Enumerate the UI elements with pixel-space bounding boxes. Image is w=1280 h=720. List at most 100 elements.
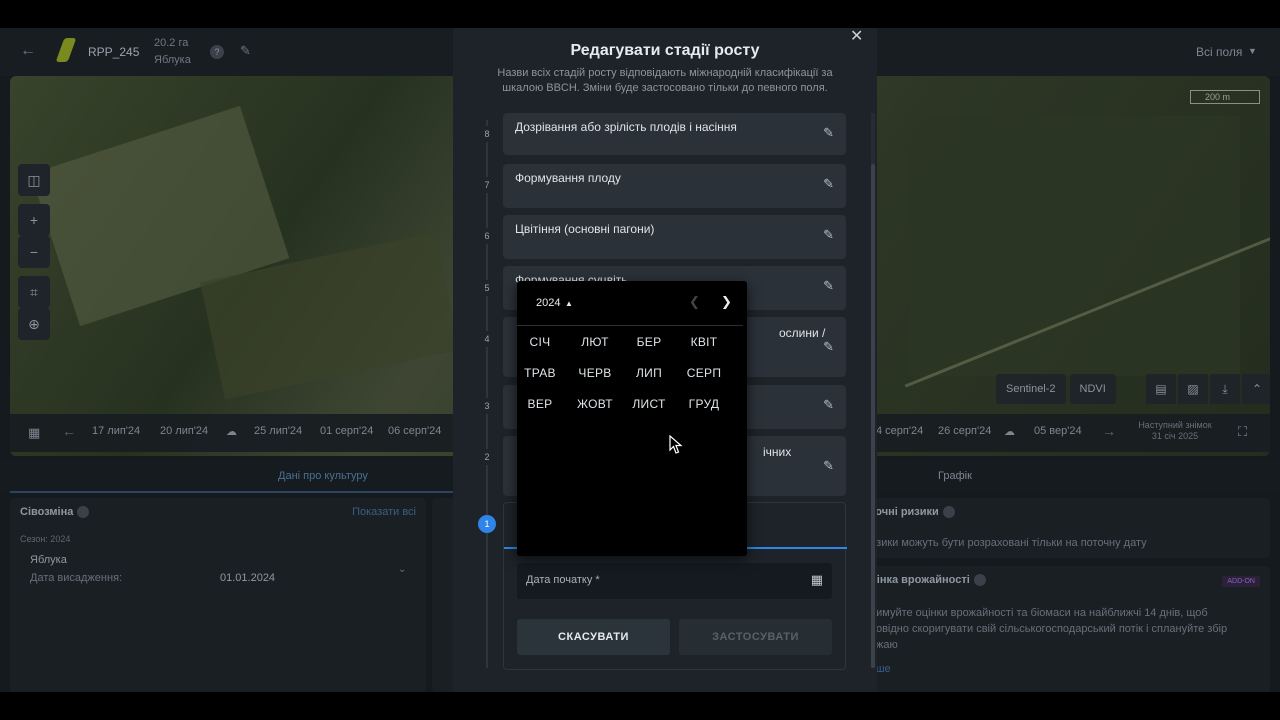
image-compare-icon[interactable]: ▨ — [1178, 374, 1208, 404]
chevron-down-icon[interactable]: ⌄ — [398, 564, 406, 575]
month-option[interactable]: ЛЮТ — [570, 328, 620, 356]
edit-pencil-icon[interactable]: ✎ — [823, 339, 834, 355]
info-icon[interactable] — [77, 506, 90, 519]
dialog-title: Редагувати стадії росту — [570, 42, 760, 59]
month-option[interactable]: ТРАВ — [515, 359, 565, 387]
cancel-button[interactable]: СКАСУВАТИ — [517, 619, 670, 655]
timeline-next-icon[interactable]: → — [1102, 423, 1116, 439]
field-crop: Яблука — [154, 54, 191, 66]
next-image-date: 31 січ 2025 — [1151, 431, 1199, 441]
timeline-date[interactable]: 17 лип'24 — [92, 425, 140, 437]
month-option[interactable]: СЕРП — [679, 359, 729, 387]
stage-number: 7 — [479, 177, 495, 193]
show-all-link[interactable]: Показати всі — [352, 506, 416, 518]
calendar-icon[interactable]: ▦ — [28, 425, 40, 441]
field-name: RPP_245 — [88, 45, 140, 59]
yield-panel: цінка врожайності ADD-ON римуйте оцінки … — [860, 566, 1270, 692]
month-option[interactable]: ЛИП — [624, 359, 674, 387]
timeline-date[interactable]: 25 лип'24 — [254, 425, 302, 437]
edit-pencil-icon[interactable]: ✎ — [823, 278, 834, 294]
stage-number-active: 1 — [478, 515, 496, 533]
edit-pencil-icon[interactable]: ✎ — [823, 458, 834, 474]
stage-card[interactable]: Дозрівання або зрілість плодів і насіння… — [503, 113, 846, 155]
back-arrow-icon[interactable]: ← — [20, 42, 36, 60]
timeline-date[interactable]: 01 серп'24 — [320, 425, 373, 437]
all-fields-dropdown[interactable]: Всі поля — [1196, 45, 1242, 59]
risks-text: изики можуть бути розраховані тільки на … — [870, 537, 1147, 549]
timeline-prev-icon[interactable]: ← — [62, 423, 76, 439]
cloud-icon: ☁ — [1004, 426, 1015, 438]
timeline-date[interactable]: 26 серп'24 — [938, 425, 991, 437]
dialog-subtitle: Назви всіх стадій росту відповідають між… — [497, 67, 833, 94]
start-date-label: Дата початку * — [526, 574, 600, 586]
stage-number: 6 — [479, 228, 495, 244]
info-icon[interactable] — [973, 574, 986, 587]
map-field-patch — [910, 116, 1240, 376]
stage-number: 4 — [479, 331, 495, 347]
next-image-label: Наступний знімок — [1138, 420, 1212, 430]
month-option[interactable]: ЛИСТ — [624, 390, 674, 418]
stage-number: 5 — [479, 280, 495, 296]
timeline-date[interactable]: 4 серп'24 — [876, 425, 923, 437]
scrollbar-thumb[interactable] — [871, 164, 875, 668]
apply-button[interactable]: ЗАСТОСУВАТИ — [679, 619, 832, 655]
index-select[interactable]: NDVI — [1069, 374, 1116, 404]
risks-panel: точні ризики изики можуть бути розрахова… — [860, 498, 1270, 558]
stage-card[interactable]: Цвітіння (основні пагони) ✎ — [503, 215, 846, 259]
letterbox-top — [0, 0, 1280, 28]
locate-icon[interactable]: ⊕ — [18, 308, 50, 340]
month-option[interactable]: КВІТ — [679, 328, 729, 356]
chevron-right-icon[interactable]: ❯ — [721, 294, 732, 310]
tab-chart[interactable]: Графік — [938, 470, 972, 482]
caret-up-icon[interactable]: ▲ — [565, 299, 573, 308]
rotation-panel: Сівозміна Показати всі Сезон: 2024 Яблук… — [10, 498, 426, 692]
fullscreen-icon[interactable]: ⛶ — [1238, 424, 1247, 440]
season-label: Сезон: 2024 — [20, 534, 71, 544]
month-option[interactable]: БЕР — [624, 328, 674, 356]
stage-label-tail: ічних — [763, 445, 792, 459]
stage-label: Формування плоду — [515, 171, 621, 185]
zoom-out-icon[interactable]: − — [18, 236, 50, 268]
month-option[interactable]: ВЕР — [515, 390, 565, 418]
ruler-icon[interactable]: ⌗ — [18, 276, 50, 308]
stage-card[interactable]: Формування плоду ✎ — [503, 164, 846, 208]
planting-date-value: 01.01.2024 — [220, 572, 276, 584]
month-option[interactable]: ЧЕРВ — [570, 359, 620, 387]
chevron-left-icon[interactable]: ❮ — [689, 294, 700, 310]
chevron-down-icon: ▼ — [1248, 46, 1257, 56]
risks-title: точні ризики — [870, 506, 955, 519]
timeline-date[interactable]: 20 лип'24 — [160, 425, 208, 437]
edit-pencil-icon[interactable]: ✎ — [823, 125, 834, 141]
edit-field-icon[interactable]: ✎ — [240, 43, 251, 59]
help-icon[interactable]: ? — [210, 45, 224, 59]
tab-crop-data[interactable]: Дані про культуру — [278, 470, 368, 482]
planting-date-label: Дата висадження: — [30, 572, 123, 584]
collapse-icon[interactable]: ⌃ — [1242, 374, 1270, 404]
year-selector[interactable]: 2024 — [536, 297, 560, 309]
map-layer-selects: Sentinel-2 NDVI — [996, 374, 1116, 404]
stage-label: Цвітіння (основні пагони) — [515, 222, 655, 236]
rotation-title: Сівозміна — [20, 506, 90, 519]
addon-badge: ADD-ON — [1222, 576, 1260, 587]
zoom-in-icon[interactable]: + — [18, 204, 50, 236]
stage-number: 2 — [479, 449, 495, 465]
edit-pencil-icon[interactable]: ✎ — [823, 227, 834, 243]
month-option[interactable]: ГРУД — [679, 390, 729, 418]
month-option[interactable]: ЖОВТ — [570, 390, 620, 418]
timeline-date[interactable]: 05 вер'24 — [1034, 425, 1082, 437]
cloud-icon: ☁ — [226, 426, 237, 438]
timeline-date[interactable]: 06 серп'24 — [388, 425, 441, 437]
calendar-icon[interactable]: ▦ — [811, 572, 823, 588]
split-view-icon[interactable]: ◫ — [18, 164, 50, 196]
info-icon[interactable] — [942, 506, 955, 519]
satellite-select[interactable]: Sentinel-2 — [996, 374, 1066, 404]
layers-icon[interactable]: ▤ — [1146, 374, 1176, 404]
download-icon[interactable]: ⤓ — [1210, 374, 1240, 404]
crop-name: Яблука — [30, 554, 67, 566]
month-option[interactable]: СІЧ — [515, 328, 565, 356]
edit-pencil-icon[interactable]: ✎ — [823, 397, 834, 413]
next-image-info: Наступний знімок 31 січ 2025 — [1130, 420, 1220, 442]
edit-pencil-icon[interactable]: ✎ — [823, 176, 834, 192]
start-date-field[interactable]: Дата початку * ▦ — [517, 563, 832, 599]
field-area: 20.2 га — [154, 37, 189, 49]
